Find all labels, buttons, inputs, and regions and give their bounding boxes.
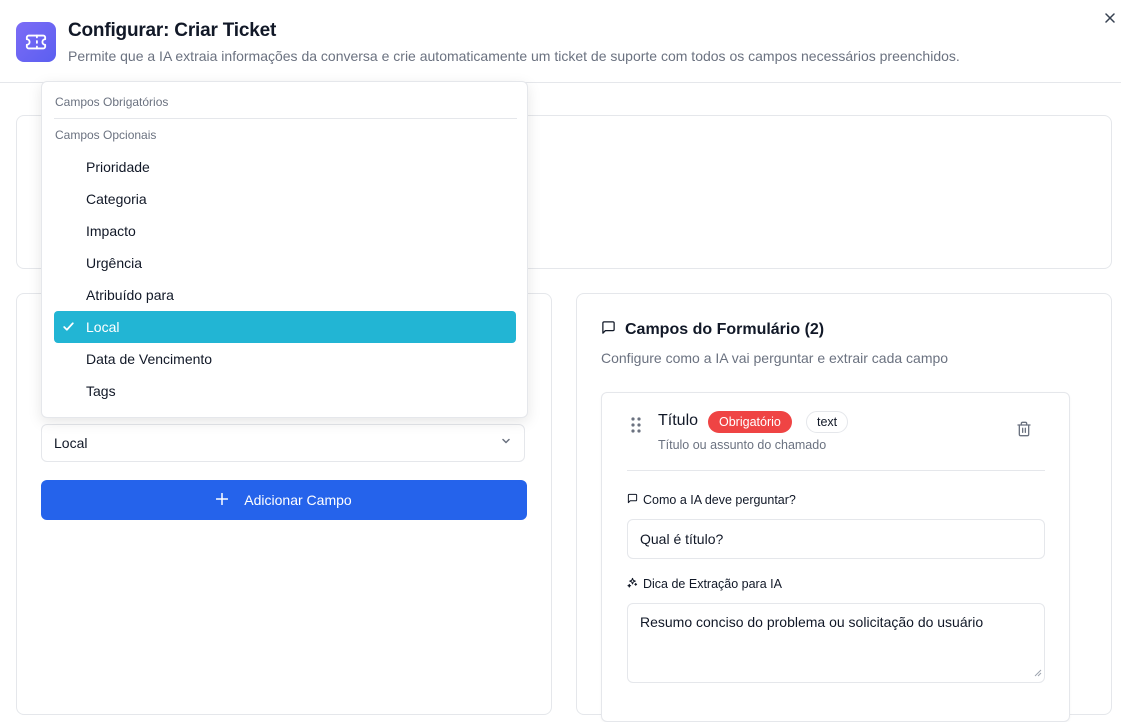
hint-label: Dica de Extração para IA — [627, 577, 782, 591]
drag-handle-icon[interactable] — [630, 416, 642, 439]
dropdown-item-label: Impacto — [86, 223, 136, 239]
dropdown-item-impacto[interactable]: Impacto — [54, 215, 516, 247]
dropdown-item-categoria[interactable]: Categoria — [54, 183, 516, 215]
field-select[interactable]: Local — [41, 424, 525, 462]
hint-textarea-value: Resumo conciso do problema ou solicitaçã… — [640, 614, 984, 630]
ticket-icon — [16, 22, 56, 62]
dropdown-item-tags[interactable]: Tags — [54, 375, 516, 407]
dropdown-item-label: Data de Vencimento — [86, 351, 213, 367]
required-badge: Obrigatório — [708, 411, 792, 433]
form-fields-title: Campos do Formulário (2) — [625, 321, 825, 338]
dialog-description: Permite que a IA extraia informações da … — [68, 48, 960, 64]
ask-input[interactable]: Qual é título? — [627, 519, 1045, 559]
dropdown-item-prioridade[interactable]: Prioridade — [54, 151, 516, 183]
form-fields-subtitle: Configure como a IA vai perguntar e extr… — [601, 350, 949, 366]
field-name: Título — [658, 412, 699, 429]
group-required-label: Campos Obrigatórios — [55, 95, 169, 109]
dropdown-item-label: Categoria — [86, 191, 147, 207]
type-badge: text — [806, 411, 849, 433]
resize-handle-icon[interactable] — [1034, 664, 1042, 680]
add-field-label: Adicionar Campo — [244, 492, 352, 508]
sparkles-icon — [627, 577, 638, 591]
form-fields-header: Campos do Formulário (2) — [601, 320, 824, 340]
check-icon — [62, 320, 75, 336]
trash-icon[interactable] — [1016, 421, 1032, 442]
ask-label-text: Como a IA deve perguntar? — [643, 493, 796, 507]
field-description: Título ou assunto do chamado — [658, 438, 827, 452]
dropdown-item-label: Local — [86, 319, 120, 335]
message-square-icon — [627, 493, 638, 507]
dropdown-item-local[interactable]: Local — [54, 311, 516, 343]
field-divider — [627, 470, 1045, 471]
field-select-value: Local — [54, 435, 88, 451]
group-optional-label: Campos Opcionais — [55, 128, 157, 142]
dropdown-separator — [54, 118, 517, 119]
dropdown-item-label: Tags — [86, 383, 116, 399]
message-square-icon — [601, 320, 616, 340]
dropdown-item-data-vencimento[interactable]: Data de Vencimento — [54, 343, 516, 375]
add-field-button[interactable]: Adicionar Campo — [41, 480, 527, 520]
ask-label: Como a IA deve perguntar? — [627, 493, 796, 507]
close-icon[interactable] — [1101, 9, 1119, 27]
chevron-down-icon — [500, 434, 512, 452]
plus-icon — [216, 492, 229, 508]
dropdown-item-urgencia[interactable]: Urgência — [54, 247, 516, 279]
hint-textarea[interactable]: Resumo conciso do problema ou solicitaçã… — [627, 603, 1045, 683]
field-dropdown-menu: Campos Obrigatórios Campos Opcionais Pri… — [41, 81, 528, 418]
dialog-header: Configurar: Criar Ticket Permite que a I… — [0, 0, 1121, 83]
hint-label-text: Dica de Extração para IA — [643, 577, 782, 591]
dropdown-item-label: Atribuído para — [86, 287, 174, 303]
dialog-title: Configurar: Criar Ticket — [68, 20, 277, 41]
dropdown-item-label: Urgência — [86, 255, 143, 271]
dropdown-item-atribuido[interactable]: Atribuído para — [54, 279, 516, 311]
dropdown-item-label: Prioridade — [86, 159, 150, 175]
